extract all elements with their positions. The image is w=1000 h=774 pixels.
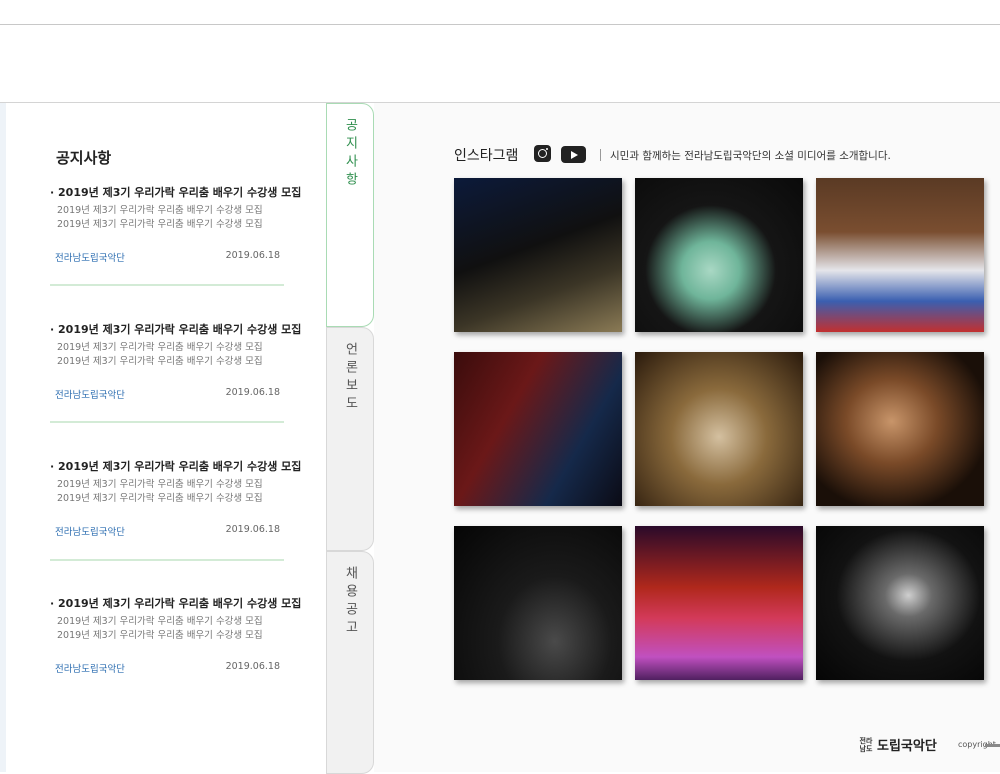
notice-description: 2019년 제3기 우리가락 우리춤 배우기 수강생 모집 2019년 제3기 우… [57,479,263,504]
notice-date: 2019.06.18 [225,387,280,398]
notice-org: 전라남도립국악단 [55,527,125,538]
notice-panel-title: 공지사항 [56,149,112,167]
notice-title[interactable]: · 2019년 제3기 우리가락 우리춤 배우기 수강생 모집 [50,321,301,337]
vertical-tabs: 공지사항 언론보도 채용공고 [326,103,374,774]
tab-press[interactable]: 언론보도 [326,327,374,551]
divider [600,149,601,161]
instagram-photo[interactable] [635,526,803,680]
notice-date: 2019.06.18 [225,250,280,261]
instagram-photo[interactable] [454,352,622,506]
tab-recruitment[interactable]: 채용공고 [326,551,374,774]
notice-org: 전라남도립국악단 [55,664,125,675]
notice-description: 2019년 제3기 우리가락 우리춤 배우기 수강생 모집 2019년 제3기 우… [57,205,263,230]
tab-notices[interactable]: 공지사항 [326,103,374,327]
sns-section: 인스타그램 시민과 함께하는 전라남도립국악단의 소셜 미디어를 소개합니다. … [374,103,1000,772]
instagram-photo[interactable] [816,178,984,332]
notice-description: 2019년 제3기 우리가락 우리춤 배우기 수강생 모집 2019년 제3기 우… [57,342,263,367]
notice-separator [50,284,284,286]
notice-org: 전라남도립국악단 [55,390,125,401]
tab-press-label: 언론보도 [342,342,358,414]
instagram-photo[interactable] [635,352,803,506]
notice-title[interactable]: · 2019년 제3기 우리가락 우리춤 배우기 수강생 모집 [50,184,301,200]
instagram-photo[interactable] [816,526,984,680]
notice-title[interactable]: · 2019년 제3기 우리가락 우리춤 배우기 수강생 모집 [50,458,301,474]
header-band [0,25,1000,103]
logo-small-text: 전라남도 [859,736,873,753]
notice-separator [50,421,284,423]
logo-main-text: 도립국악단 [877,739,937,754]
notice-org: 전라남도립국악단 [55,253,125,264]
notice-title[interactable]: · 2019년 제3기 우리가락 우리춤 배우기 수강생 모집 [50,595,301,611]
notice-description: 2019년 제3기 우리가락 우리춤 배우기 수강생 모집 2019년 제3기 우… [57,616,263,641]
copyright-bar [985,744,1000,747]
instagram-photo[interactable] [454,526,622,680]
notice-date: 2019.06.18 [225,524,280,535]
sns-description: 시민과 함께하는 전라남도립국악단의 소셜 미디어를 소개합니다. [610,150,891,162]
instagram-photo[interactable] [816,352,984,506]
instagram-photo[interactable] [454,178,622,332]
footer-logo: 전라남도 도립국악단 [858,735,937,755]
notice-date: 2019.06.18 [225,661,280,672]
notice-item[interactable]: · 2019년 제3기 우리가락 우리춤 배우기 수강생 모집 2019년 제3… [50,184,301,264]
instagram-photo[interactable] [635,178,803,332]
top-bar [0,0,1000,25]
instagram-icon[interactable] [534,145,551,162]
notice-item[interactable]: · 2019년 제3기 우리가락 우리춤 배우기 수강생 모집 2019년 제3… [50,595,301,675]
tab-notices-label: 공지사항 [342,118,358,190]
notice-item[interactable]: · 2019년 제3기 우리가락 우리춤 배우기 수강생 모집 2019년 제3… [50,458,301,538]
tab-recruitment-label: 채용공고 [342,566,358,638]
notice-separator [50,559,284,561]
youtube-icon[interactable] [561,146,586,163]
sns-title: 인스타그램 [454,148,519,164]
notice-item[interactable]: · 2019년 제3기 우리가락 우리춤 배우기 수강생 모집 2019년 제3… [50,321,301,401]
notice-panel: 공지사항 · 2019년 제3기 우리가락 우리춤 배우기 수강생 모집 201… [6,103,326,772]
